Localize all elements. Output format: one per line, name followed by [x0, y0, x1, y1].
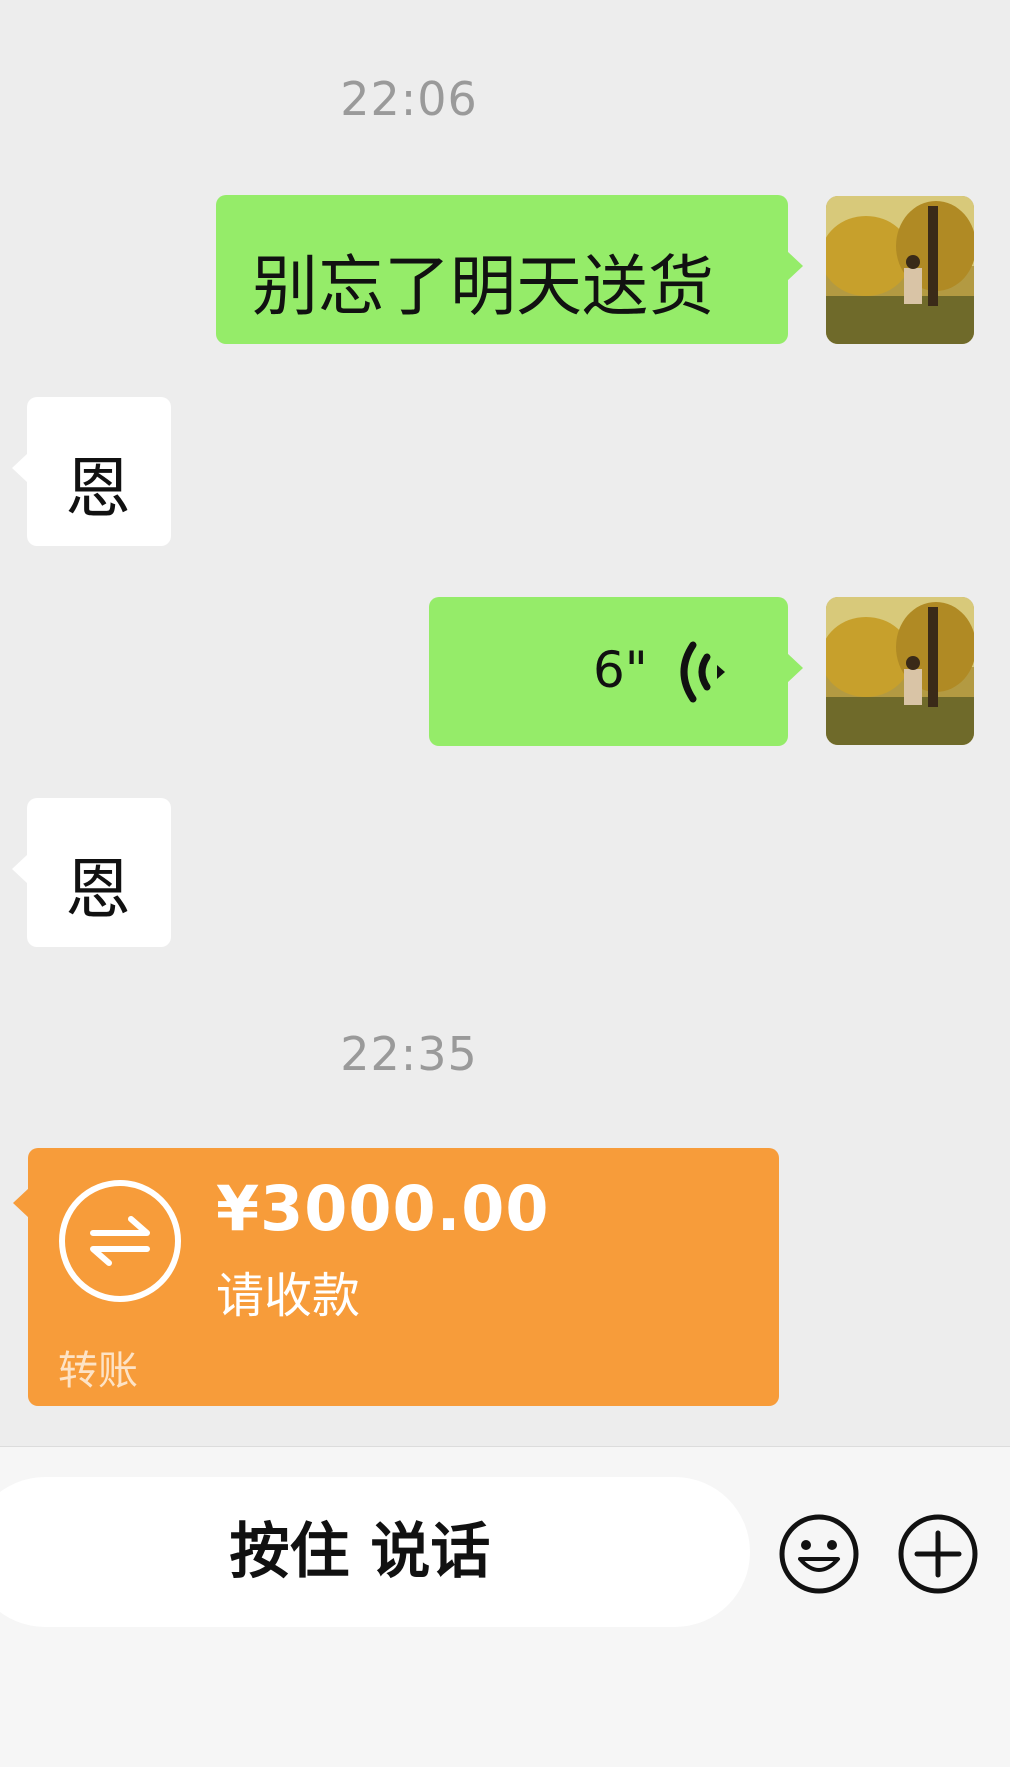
message-text: 恩 [65, 851, 131, 928]
hold-to-talk-button[interactable]: 按住 说话 [0, 1477, 750, 1627]
avatar-image [826, 196, 974, 344]
timestamp: 22:35 [340, 1027, 478, 1081]
avatar-image [826, 597, 974, 745]
my-avatar[interactable] [826, 196, 974, 344]
input-bar: 按住 说话 [0, 1446, 1010, 1767]
transfer-arrows-icon [59, 1180, 181, 1302]
my-avatar[interactable] [826, 597, 974, 745]
transfer-label: 转账 [58, 1348, 138, 1394]
voice-wave-icon [680, 641, 725, 703]
received-text-bubble[interactable]: 恩 [12, 798, 171, 947]
timestamp: 22:06 [340, 72, 478, 126]
emoji-icon[interactable] [778, 1513, 860, 1595]
received-text-bubble[interactable]: 恩 [12, 397, 171, 546]
voice-duration: 6" [593, 641, 648, 699]
plus-icon[interactable] [897, 1513, 979, 1595]
message-text: 恩 [65, 450, 131, 527]
voice-message-bubble[interactable]: 6" [429, 597, 803, 746]
transfer-card[interactable]: ¥3000.00 请收款 转账 [13, 1148, 779, 1406]
transfer-amount: ¥3000.00 [216, 1172, 550, 1245]
transfer-note: 请收款 [216, 1268, 361, 1324]
message-text: 别忘了明天送货 [252, 248, 714, 325]
sent-text-bubble[interactable]: 别忘了明天送货 [216, 195, 803, 344]
